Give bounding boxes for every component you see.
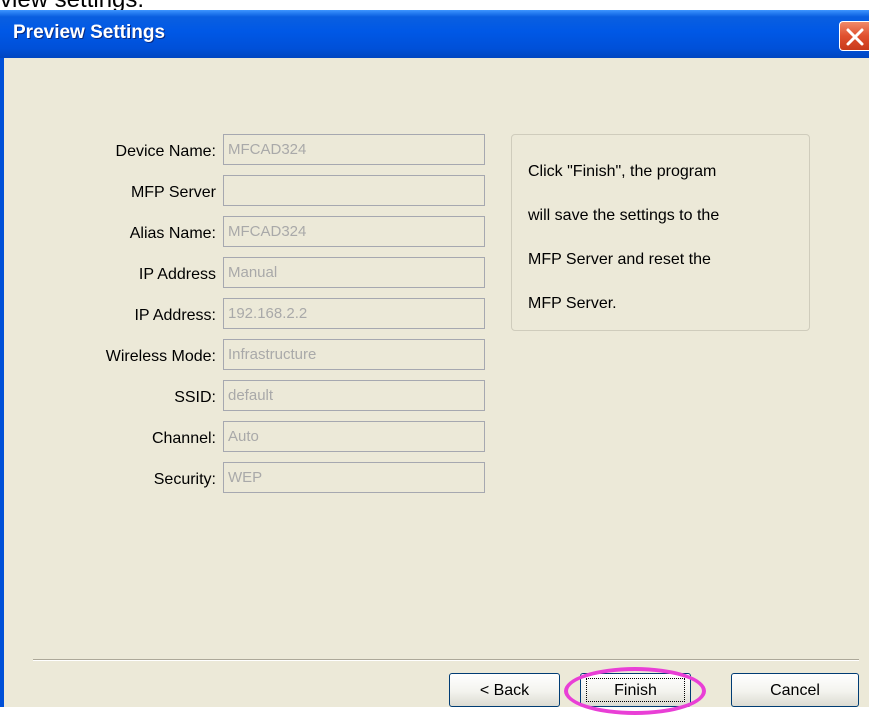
button-separator xyxy=(33,659,859,661)
info-line: MFP Server and reset the xyxy=(528,251,711,268)
device-name-field[interactable]: MFCAD324 xyxy=(223,134,485,165)
security-label: Security: xyxy=(153,471,216,488)
page-caption: view settings. xyxy=(0,0,144,13)
info-line: Click "Finish", the program xyxy=(528,163,717,180)
mfp-server-label: MFP Server xyxy=(130,184,216,201)
info-line: MFP Server. xyxy=(528,295,617,312)
ip-address-mode-field[interactable]: Manual xyxy=(223,257,485,288)
cancel-button[interactable]: Cancel xyxy=(731,673,859,707)
mfp-server-field[interactable] xyxy=(223,175,485,206)
ip-address-label: IP Address: xyxy=(134,307,216,324)
device-name-label: Device Name: xyxy=(115,143,216,160)
channel-field[interactable]: Auto xyxy=(223,421,485,452)
title-bar[interactable]: Preview Settings xyxy=(0,10,869,58)
ip-address-field[interactable]: 192.168.2.2 xyxy=(223,298,485,329)
ip-address-mode-label: IP Address xyxy=(138,266,216,283)
ssid-label: SSID: xyxy=(174,389,216,406)
back-button[interactable]: < Back xyxy=(449,673,560,707)
close-button[interactable] xyxy=(839,21,869,51)
wireless-mode-label: Wireless Mode: xyxy=(105,348,216,365)
preview-settings-dialog: Preview Settings Device Name: MFCAD324 M… xyxy=(0,10,869,707)
ssid-field[interactable]: default xyxy=(223,380,485,411)
info-panel: Click "Finish", the program will save th… xyxy=(511,134,810,331)
info-line: will save the settings to the xyxy=(528,207,720,224)
security-field[interactable]: WEP xyxy=(223,462,485,493)
alias-name-field[interactable]: MFCAD324 xyxy=(223,216,485,247)
finish-highlight-ellipse xyxy=(564,667,706,715)
dialog-title: Preview Settings xyxy=(13,22,166,43)
window-border xyxy=(0,58,4,707)
wireless-mode-field[interactable]: Infrastructure xyxy=(223,339,485,370)
alias-name-label: Alias Name: xyxy=(129,225,216,242)
channel-label: Channel: xyxy=(151,430,216,447)
